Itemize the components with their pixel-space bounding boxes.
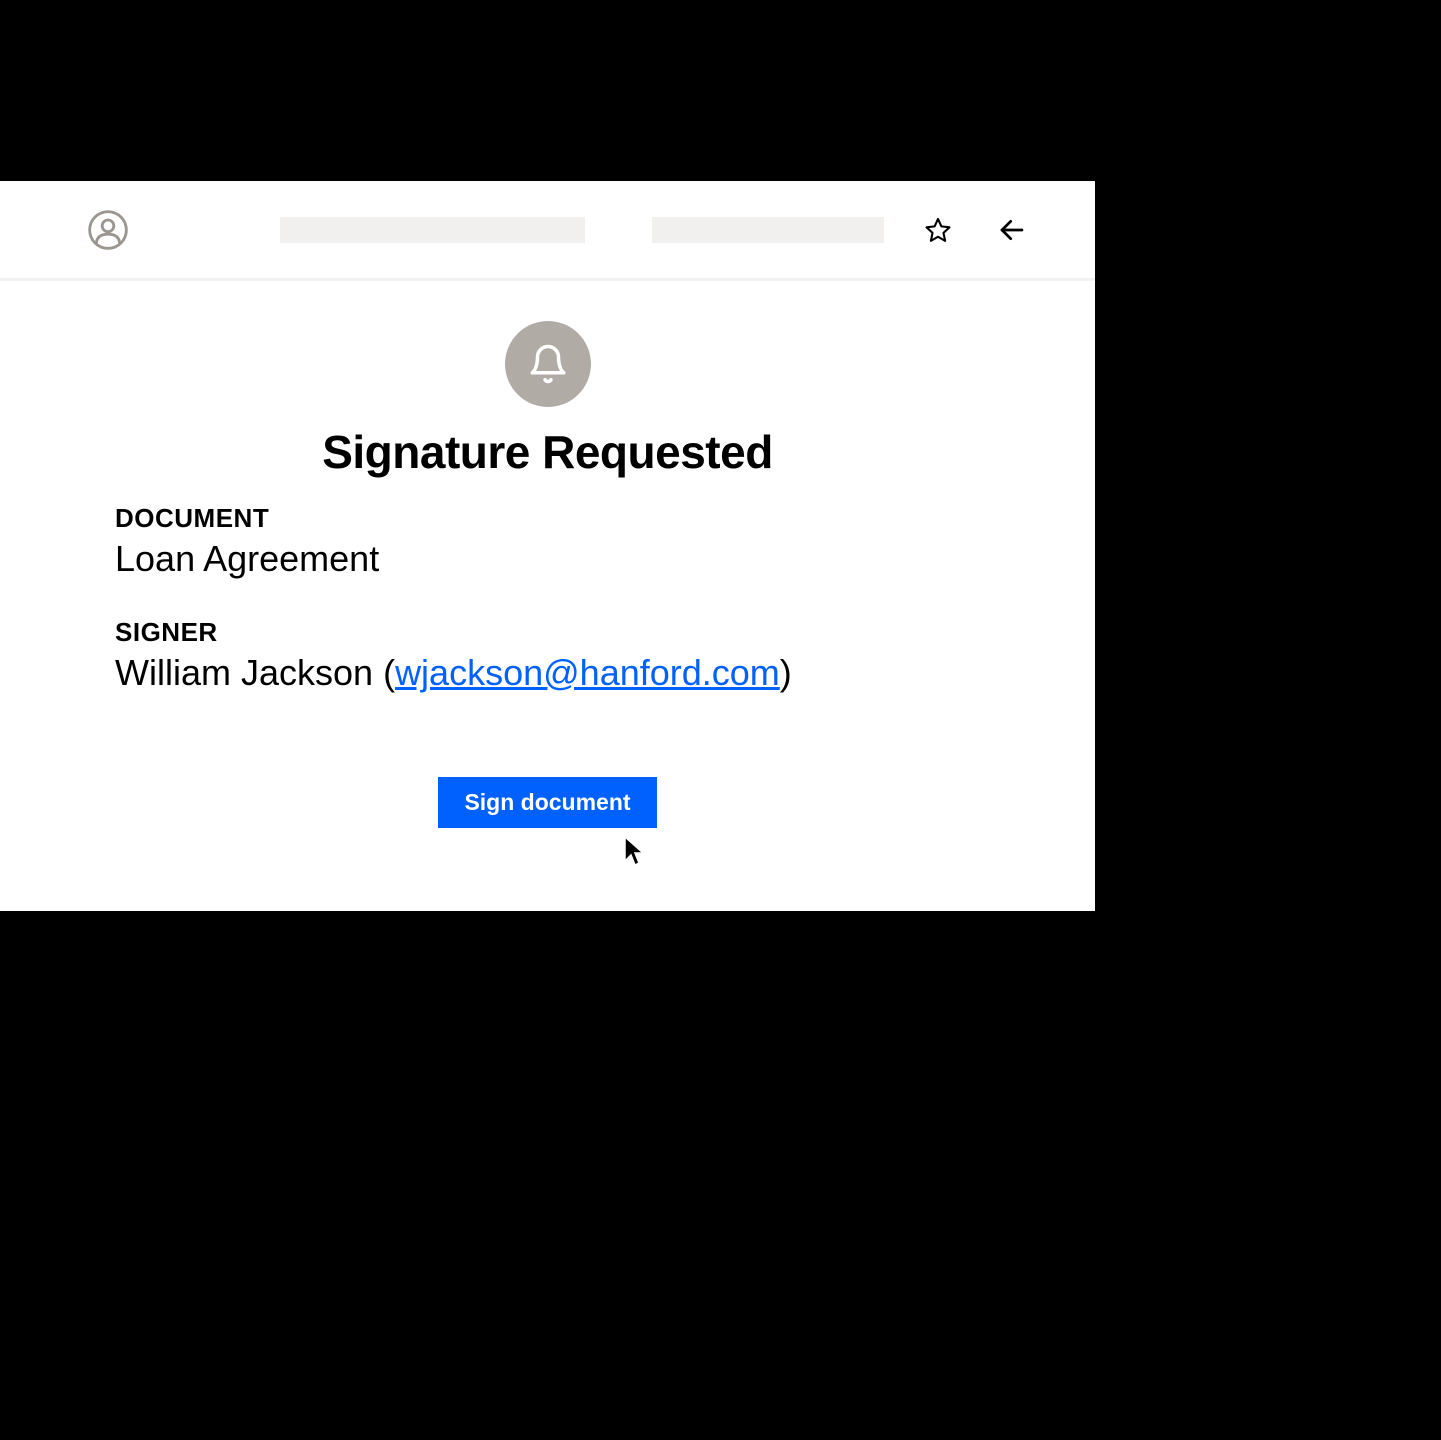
bell-icon (505, 321, 591, 407)
placeholder-bar (652, 217, 884, 243)
sign-document-button[interactable]: Sign document (438, 777, 656, 828)
signer-email-wrapper: (wjackson@hanford.com) (383, 652, 792, 693)
signer-label: SIGNER (115, 617, 980, 648)
signer-value: William Jackson (wjackson@hanford.com) (115, 650, 980, 695)
signature-request-window: Signature Requested DOCUMENT Loan Agreem… (0, 181, 1095, 911)
star-icon[interactable] (924, 215, 952, 245)
page-title: Signature Requested (322, 425, 773, 479)
content-area: Signature Requested DOCUMENT Loan Agreem… (0, 281, 1095, 828)
placeholder-bar (280, 217, 585, 243)
document-label: DOCUMENT (115, 503, 980, 534)
signer-name: William Jackson (115, 652, 373, 693)
profile-icon[interactable] (88, 210, 128, 250)
toolbar (0, 181, 1095, 281)
document-value: Loan Agreement (115, 536, 980, 581)
arrow-left-icon[interactable] (997, 214, 1027, 246)
signer-email-link[interactable]: wjackson@hanford.com (395, 652, 780, 693)
